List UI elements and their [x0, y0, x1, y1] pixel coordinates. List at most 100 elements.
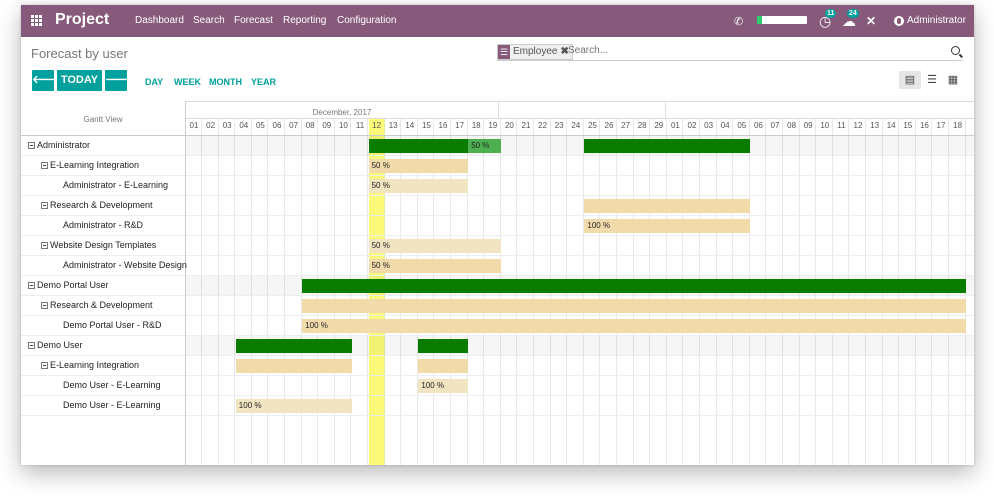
- gantt-bar[interactable]: [584, 199, 751, 213]
- scale-year-button[interactable]: YEAR: [251, 77, 276, 87]
- gantt-row: 100 %: [186, 376, 974, 396]
- bar-label: 50 %: [371, 161, 390, 170]
- day-label: 04: [239, 121, 249, 130]
- progress-fill: [757, 16, 762, 24]
- row-label[interactable]: Administrator: [21, 136, 185, 156]
- row-label[interactable]: Administrator - R&D: [21, 216, 185, 236]
- bar-label: 100 %: [587, 221, 611, 230]
- collapse-icon[interactable]: [41, 162, 48, 169]
- gantt-bar[interactable]: 100 %: [418, 379, 469, 393]
- row-label[interactable]: E-Learning Integration: [21, 356, 185, 376]
- app-title[interactable]: Project: [55, 11, 109, 29]
- gantt-bar[interactable]: 50 %: [368, 179, 469, 193]
- menu-reporting[interactable]: Reporting: [283, 15, 326, 26]
- menu-dashboard[interactable]: Dashboard: [135, 15, 184, 26]
- day-label: 01: [670, 121, 680, 130]
- close-icon[interactable]: ✕: [866, 14, 876, 28]
- day-label: 18: [471, 121, 481, 130]
- user-menu[interactable]: Administrator: [907, 15, 966, 26]
- phone-icon[interactable]: ✆: [734, 15, 743, 28]
- gantt-row: [186, 276, 974, 296]
- scale-week-button[interactable]: WEEK: [174, 77, 201, 87]
- gantt-bar[interactable]: [235, 359, 352, 373]
- progress-bar: [757, 16, 807, 24]
- day-label: 14: [405, 121, 415, 130]
- list-view-icon[interactable]: ☰: [921, 71, 943, 89]
- menu-configuration[interactable]: Configuration: [337, 15, 396, 26]
- gantt-row: [186, 196, 974, 216]
- grid-view-icon[interactable]: ▦: [942, 71, 964, 89]
- day-label: 10: [338, 121, 348, 130]
- search-facet[interactable]: ☰ Employee ✖: [497, 44, 573, 60]
- gantt-view-icon[interactable]: ▤: [899, 71, 921, 89]
- gantt-bar[interactable]: 100 %: [235, 399, 352, 413]
- gantt-bar[interactable]: [418, 339, 469, 353]
- gantt-bar[interactable]: [302, 279, 967, 293]
- gantt-bar[interactable]: 50 %: [468, 139, 502, 153]
- day-label: 13: [388, 121, 398, 130]
- gantt-bar[interactable]: 50 %: [368, 259, 502, 273]
- gantt-bar[interactable]: [235, 339, 352, 353]
- row-label[interactable]: Research & Development: [21, 196, 185, 216]
- day-label: 07: [289, 121, 299, 130]
- gantt-bar[interactable]: 100 %: [584, 219, 751, 233]
- gantt-bar[interactable]: [302, 299, 967, 313]
- today-button[interactable]: TODAY: [57, 70, 102, 91]
- search-icon[interactable]: [951, 46, 960, 55]
- day-label: 11: [837, 121, 846, 130]
- user-avatar[interactable]: [894, 16, 904, 26]
- row-label[interactable]: Website Design Templates: [21, 236, 185, 256]
- collapse-icon[interactable]: [28, 142, 35, 149]
- bar-label: 100 %: [238, 401, 262, 410]
- gantt-bar[interactable]: 100 %: [302, 319, 967, 333]
- row-label[interactable]: Demo User: [21, 336, 185, 356]
- collapse-icon[interactable]: [41, 202, 48, 209]
- search-input[interactable]: [568, 45, 928, 56]
- collapse-icon[interactable]: [41, 362, 48, 369]
- row-label[interactable]: E-Learning Integration: [21, 156, 185, 176]
- previous-button[interactable]: 🡐: [32, 70, 62, 91]
- gantt-bar[interactable]: 50 %: [368, 239, 502, 253]
- day-label: 20: [504, 121, 514, 130]
- month-header: December, 2017: [312, 108, 372, 117]
- row-label[interactable]: Demo User - E-Learning: [21, 376, 185, 396]
- row-label[interactable]: Administrator - E-Learning: [21, 176, 185, 196]
- gantt-bar[interactable]: [368, 139, 469, 153]
- messages-badge: 24: [847, 9, 859, 18]
- activities-badge: 11: [825, 9, 837, 18]
- gantt-bar[interactable]: [584, 139, 751, 153]
- day-label: 15: [903, 121, 913, 130]
- day-label: 10: [820, 121, 830, 130]
- gantt-bar[interactable]: 50 %: [368, 159, 469, 173]
- row-label-text: Demo Portal User - R&D: [63, 320, 162, 330]
- bar-label: 50 %: [371, 181, 390, 190]
- next-button[interactable]: 🡒: [105, 70, 135, 91]
- collapse-icon[interactable]: [28, 342, 35, 349]
- day-label: 17: [936, 121, 946, 130]
- gantt-row: 100 %: [186, 396, 974, 416]
- day-label: 03: [704, 121, 714, 130]
- day-label: 05: [737, 121, 747, 130]
- row-label[interactable]: Administrator - Website Design: [21, 256, 187, 276]
- menu-forecast[interactable]: Forecast: [234, 15, 273, 26]
- collapse-icon[interactable]: [41, 302, 48, 309]
- scale-day-button[interactable]: DAY: [145, 77, 163, 87]
- row-label[interactable]: Demo Portal User - R&D: [21, 316, 185, 336]
- day-label: 13: [870, 121, 880, 130]
- menu-search[interactable]: Search: [193, 15, 225, 26]
- scale-month-button[interactable]: MONTH: [209, 77, 242, 87]
- day-label: 25: [587, 121, 597, 130]
- day-label: 22: [538, 121, 548, 130]
- collapse-icon[interactable]: [41, 242, 48, 249]
- row-label[interactable]: Research & Development: [21, 296, 185, 316]
- divider: [186, 118, 974, 119]
- row-label-text: Administrator: [37, 140, 91, 150]
- apps-grid-icon[interactable]: [31, 15, 43, 27]
- row-label[interactable]: Demo Portal User: [21, 276, 185, 296]
- gantt-bar[interactable]: [418, 359, 469, 373]
- bar-label: 100 %: [421, 381, 445, 390]
- row-label[interactable]: Demo User - E-Learning: [21, 396, 185, 416]
- gantt-row: 50 %: [186, 236, 974, 256]
- collapse-icon[interactable]: [28, 282, 35, 289]
- gantt-row: 50 %: [186, 136, 974, 156]
